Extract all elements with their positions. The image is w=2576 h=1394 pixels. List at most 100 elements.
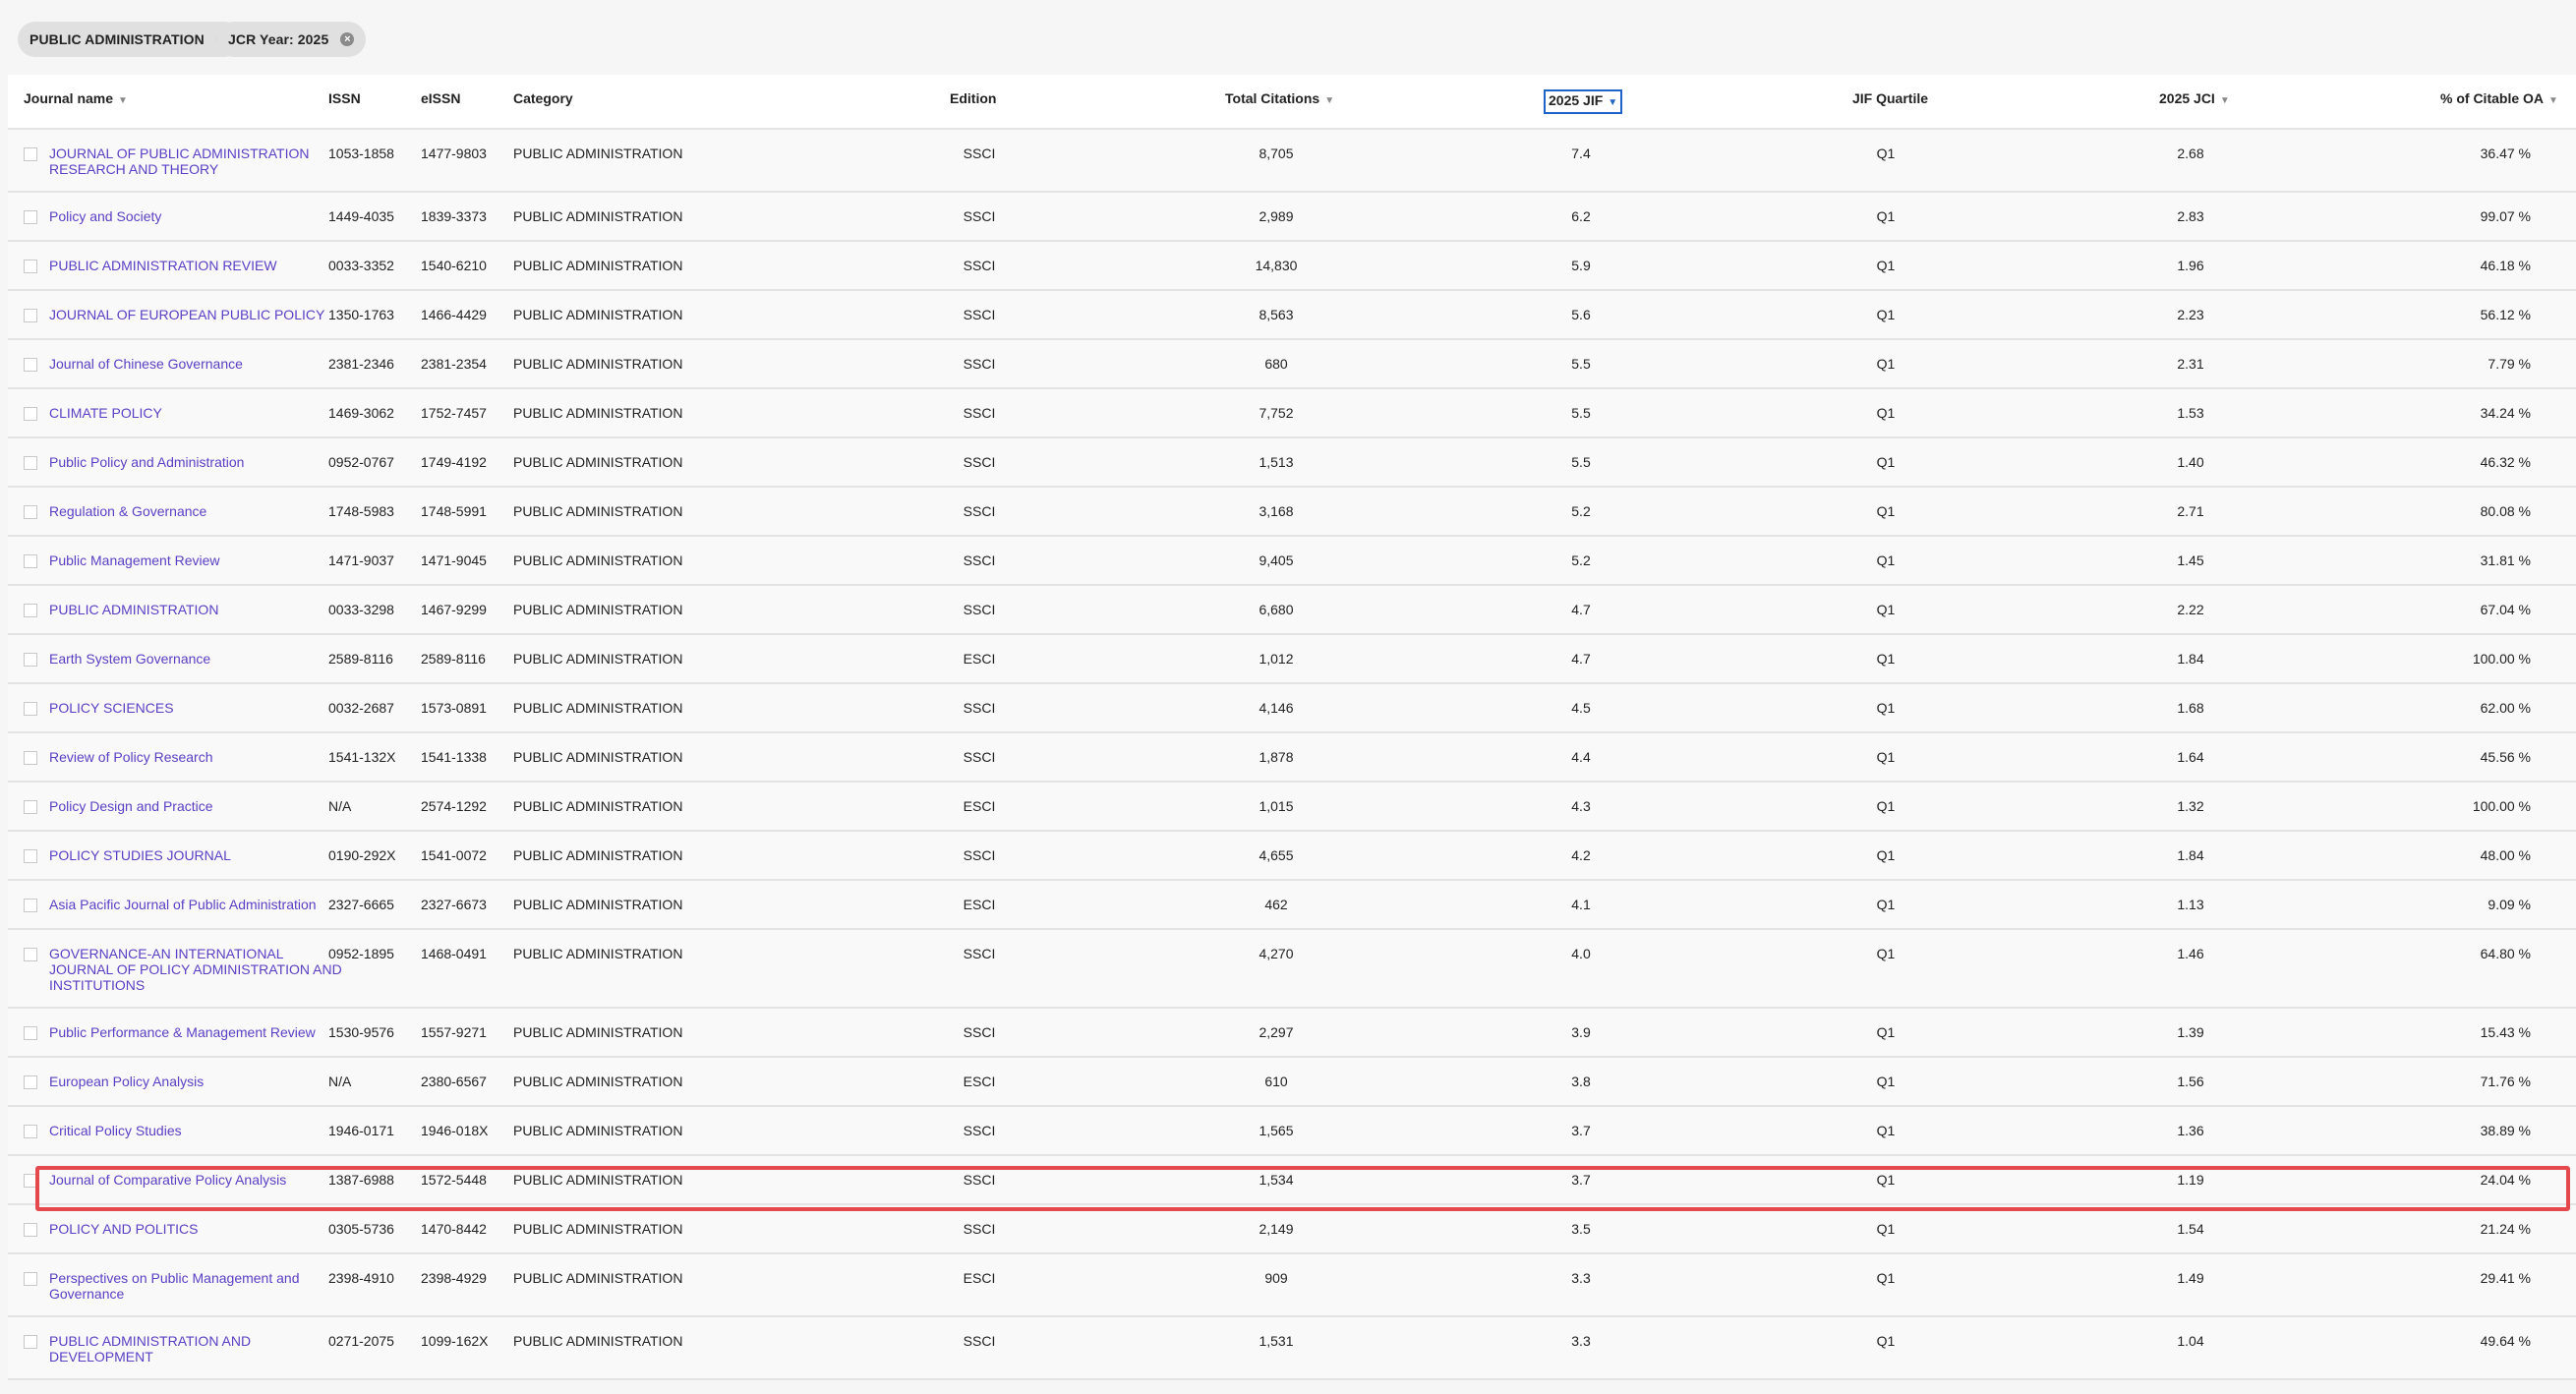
close-icon[interactable]: × [340, 32, 355, 46]
row-checkbox[interactable] [24, 260, 37, 273]
table-row: Public Performance & Management Review 15… [8, 1009, 2576, 1058]
oa-cell: 45.56 % [2480, 749, 2531, 765]
row-checkbox[interactable] [24, 948, 37, 961]
edition-cell: SSCI [963, 552, 996, 568]
jif-cell: 4.3 [1571, 798, 1591, 814]
eissn-cell: 1749-4192 [421, 454, 487, 470]
row-checkbox[interactable] [24, 358, 37, 372]
journal-name-link[interactable]: POLICY SCIENCES [49, 700, 344, 716]
quartile-cell: Q1 [1876, 405, 1896, 421]
edition-cell: SSCI [963, 847, 996, 863]
column-header-journal[interactable]: Journal name ▼ [24, 90, 128, 109]
filter-chip-category[interactable]: PUBLIC ADMINISTRATION × [18, 22, 242, 57]
journal-name-link[interactable]: Asia Pacific Journal of Public Administr… [49, 897, 344, 912]
row-checkbox[interactable] [24, 899, 37, 912]
table-row: JOURNAL OF EUROPEAN PUBLIC POLICY 1350-17… [8, 291, 2576, 340]
journal-name-link[interactable]: Review of Policy Research [49, 749, 344, 765]
row-checkbox[interactable] [24, 456, 37, 470]
issn-cell: 1387-6988 [328, 1172, 394, 1188]
category-cell: PUBLIC ADMINISTRATION [513, 405, 683, 421]
journal-name-link[interactable]: European Policy Analysis [49, 1074, 344, 1089]
journal-name-link[interactable]: Earth System Governance [49, 651, 344, 667]
oa-cell: 80.08 % [2480, 503, 2531, 519]
journal-name-link[interactable]: CLIMATE POLICY [49, 405, 344, 421]
jci-cell: 1.32 [2177, 798, 2204, 814]
column-header-jif[interactable]: 2025 JIF ▼ [1544, 89, 1623, 114]
category-cell: PUBLIC ADMINISTRATION [513, 356, 683, 372]
row-checkbox[interactable] [24, 1125, 37, 1138]
jci-cell: 1.96 [2177, 258, 2204, 273]
column-header-jci[interactable]: 2025 JCI ▼ [2159, 90, 2230, 109]
journal-name-link[interactable]: Journal of Chinese Governance [49, 356, 344, 372]
journal-name-link[interactable]: Public Policy and Administration [49, 454, 344, 470]
category-cell: PUBLIC ADMINISTRATION [513, 552, 683, 568]
journal-name-link[interactable]: Public Management Review [49, 552, 344, 568]
issn-cell: 0033-3298 [328, 602, 394, 617]
journal-name-link[interactable]: PUBLIC ADMINISTRATION AND DEVELOPMENT [49, 1333, 344, 1365]
jci-cell: 1.13 [2177, 897, 2204, 912]
eissn-cell: 2589-8116 [421, 651, 486, 667]
citations-cell: 7,752 [1259, 405, 1294, 421]
edition-cell: SSCI [963, 145, 996, 161]
row-checkbox[interactable] [24, 505, 37, 519]
journal-name-link[interactable]: GOVERNANCE-AN INTERNATIONAL JOURNAL OF P… [49, 946, 344, 993]
category-cell: PUBLIC ADMINISTRATION [513, 258, 683, 273]
citations-cell: 1,015 [1259, 798, 1294, 814]
row-checkbox[interactable] [24, 604, 37, 617]
edition-cell: SSCI [963, 749, 996, 765]
journal-name-link[interactable]: JOURNAL OF EUROPEAN PUBLIC POLICY [49, 307, 344, 322]
eissn-cell: 1099-162X [421, 1333, 489, 1349]
sort-arrow-icon: ▼ [1324, 95, 1335, 106]
citations-cell: 3,168 [1259, 503, 1294, 519]
row-checkbox[interactable] [24, 210, 37, 224]
journal-name-link[interactable]: PUBLIC ADMINISTRATION [49, 602, 344, 617]
jif-cell: 5.2 [1571, 503, 1591, 519]
column-header-oa[interactable]: % of Citable OA ▼ [2440, 90, 2558, 109]
row-checkbox[interactable] [24, 800, 37, 814]
category-cell: PUBLIC ADMINISTRATION [513, 1172, 683, 1188]
journal-name-link[interactable]: Regulation & Governance [49, 503, 344, 519]
row-checkbox[interactable] [24, 407, 37, 421]
eissn-cell: 1470-8442 [421, 1221, 487, 1237]
quartile-cell: Q1 [1876, 798, 1896, 814]
column-header-category: Category [513, 90, 573, 106]
journal-name-link[interactable]: Policy and Society [49, 208, 344, 224]
edition-cell: SSCI [963, 405, 996, 421]
row-checkbox[interactable] [24, 702, 37, 716]
jif-cell: 6.2 [1571, 208, 1591, 224]
jif-cell: 5.6 [1571, 307, 1591, 322]
row-checkbox[interactable] [24, 1174, 37, 1188]
issn-cell: 1748-5983 [328, 503, 394, 519]
row-checkbox[interactable] [24, 309, 37, 322]
row-checkbox[interactable] [24, 554, 37, 568]
journal-name-link[interactable]: Perspectives on Public Management and Go… [49, 1270, 344, 1302]
journal-name-link[interactable]: POLICY AND POLITICS [49, 1221, 344, 1237]
quartile-cell: Q1 [1876, 258, 1896, 273]
row-checkbox[interactable] [24, 1335, 37, 1349]
category-cell: PUBLIC ADMINISTRATION [513, 1024, 683, 1040]
row-checkbox[interactable] [24, 147, 37, 161]
journal-name-link[interactable]: Public Performance & Management Review [49, 1024, 344, 1040]
row-checkbox[interactable] [24, 1223, 37, 1237]
issn-cell: 1541-132X [328, 749, 396, 765]
sort-arrow-icon: ▼ [118, 95, 128, 106]
journal-name-link[interactable]: Journal of Comparative Policy Analysis [49, 1172, 344, 1188]
row-checkbox[interactable] [24, 1272, 37, 1286]
journal-name-link[interactable]: Policy Design and Practice [49, 798, 344, 814]
eissn-cell: 1467-9299 [421, 602, 487, 617]
journal-name-link[interactable]: Critical Policy Studies [49, 1123, 344, 1138]
column-header-citations[interactable]: Total Citations ▼ [1225, 90, 1334, 109]
row-checkbox[interactable] [24, 1075, 37, 1089]
row-checkbox[interactable] [24, 1026, 37, 1040]
journal-name-link[interactable]: JOURNAL OF PUBLIC ADMINISTRATION RESEARC… [49, 145, 344, 177]
filter-chip-year[interactable]: JCR Year: 2025 × [216, 22, 367, 57]
category-cell: PUBLIC ADMINISTRATION [513, 503, 683, 519]
edition-cell: SSCI [963, 1123, 996, 1138]
row-checkbox[interactable] [24, 653, 37, 667]
quartile-cell: Q1 [1876, 356, 1896, 372]
category-cell: PUBLIC ADMINISTRATION [513, 700, 683, 716]
row-checkbox[interactable] [24, 849, 37, 863]
journal-name-link[interactable]: POLICY STUDIES JOURNAL [49, 847, 344, 863]
journal-name-link[interactable]: PUBLIC ADMINISTRATION REVIEW [49, 258, 344, 273]
row-checkbox[interactable] [24, 751, 37, 765]
